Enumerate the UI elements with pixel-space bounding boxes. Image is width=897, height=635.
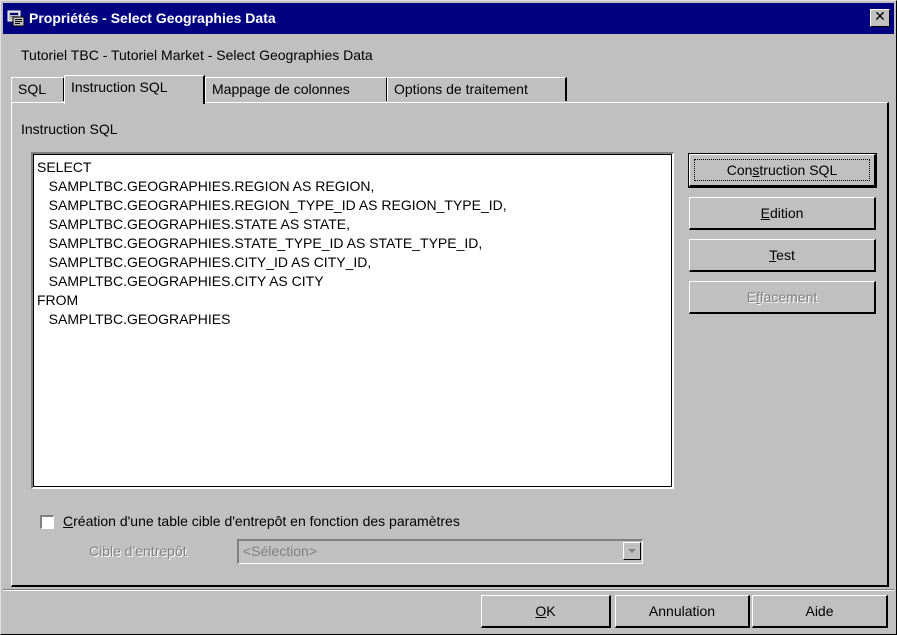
help-button[interactable]: Aide (752, 595, 888, 628)
warehouse-target-select[interactable]: <Sélection> (237, 539, 643, 564)
clear-button[interactable]: Effacement (689, 281, 876, 314)
ok-button[interactable]: OK (481, 595, 611, 628)
properties-dialog: Propriétés - Select Geographies Data ✕ T… (0, 0, 897, 635)
test-button[interactable]: Test (689, 239, 876, 272)
create-target-table-checkbox[interactable] (40, 515, 54, 529)
tab-sql[interactable]: SQL (11, 77, 65, 101)
footer-divider (3, 589, 894, 591)
close-icon: ✕ (874, 9, 886, 25)
tab-column-mapping[interactable]: Mappage de colonnes (205, 77, 388, 101)
chevron-down-icon[interactable] (623, 542, 641, 560)
warehouse-target-label: Cible d'entrepôt (89, 543, 187, 559)
step-path: Tutoriel TBC - Tutoriel Market - Select … (21, 47, 373, 63)
window-title: Propriétés - Select Geographies Data (29, 10, 276, 26)
focus-rectangle (694, 159, 870, 181)
edit-button[interactable]: Edition (689, 197, 876, 230)
warehouse-target-value: <Sélection> (243, 543, 317, 559)
tab-processing-options[interactable]: Options de traitement (387, 77, 567, 101)
sql-statement-editor[interactable]: SELECT SAMPLTBC.GEOGRAPHIES.REGION AS RE… (31, 152, 674, 489)
build-sql-button[interactable]: Construction SQL (688, 153, 877, 188)
title-bar[interactable]: Propriétés - Select Geographies Data ✕ (3, 3, 894, 34)
sql-statement-label: Instruction SQL (21, 121, 118, 137)
tab-sql-statement[interactable]: Instruction SQL (64, 75, 205, 104)
create-target-table-label[interactable]: Création d'une table cible d'entrepôt en… (63, 513, 460, 529)
sql-text: SELECT SAMPLTBC.GEOGRAPHIES.REGION AS RE… (37, 159, 507, 327)
app-properties-icon (7, 10, 25, 27)
close-button[interactable]: ✕ (870, 9, 890, 27)
cancel-button[interactable]: Annulation (615, 595, 750, 628)
